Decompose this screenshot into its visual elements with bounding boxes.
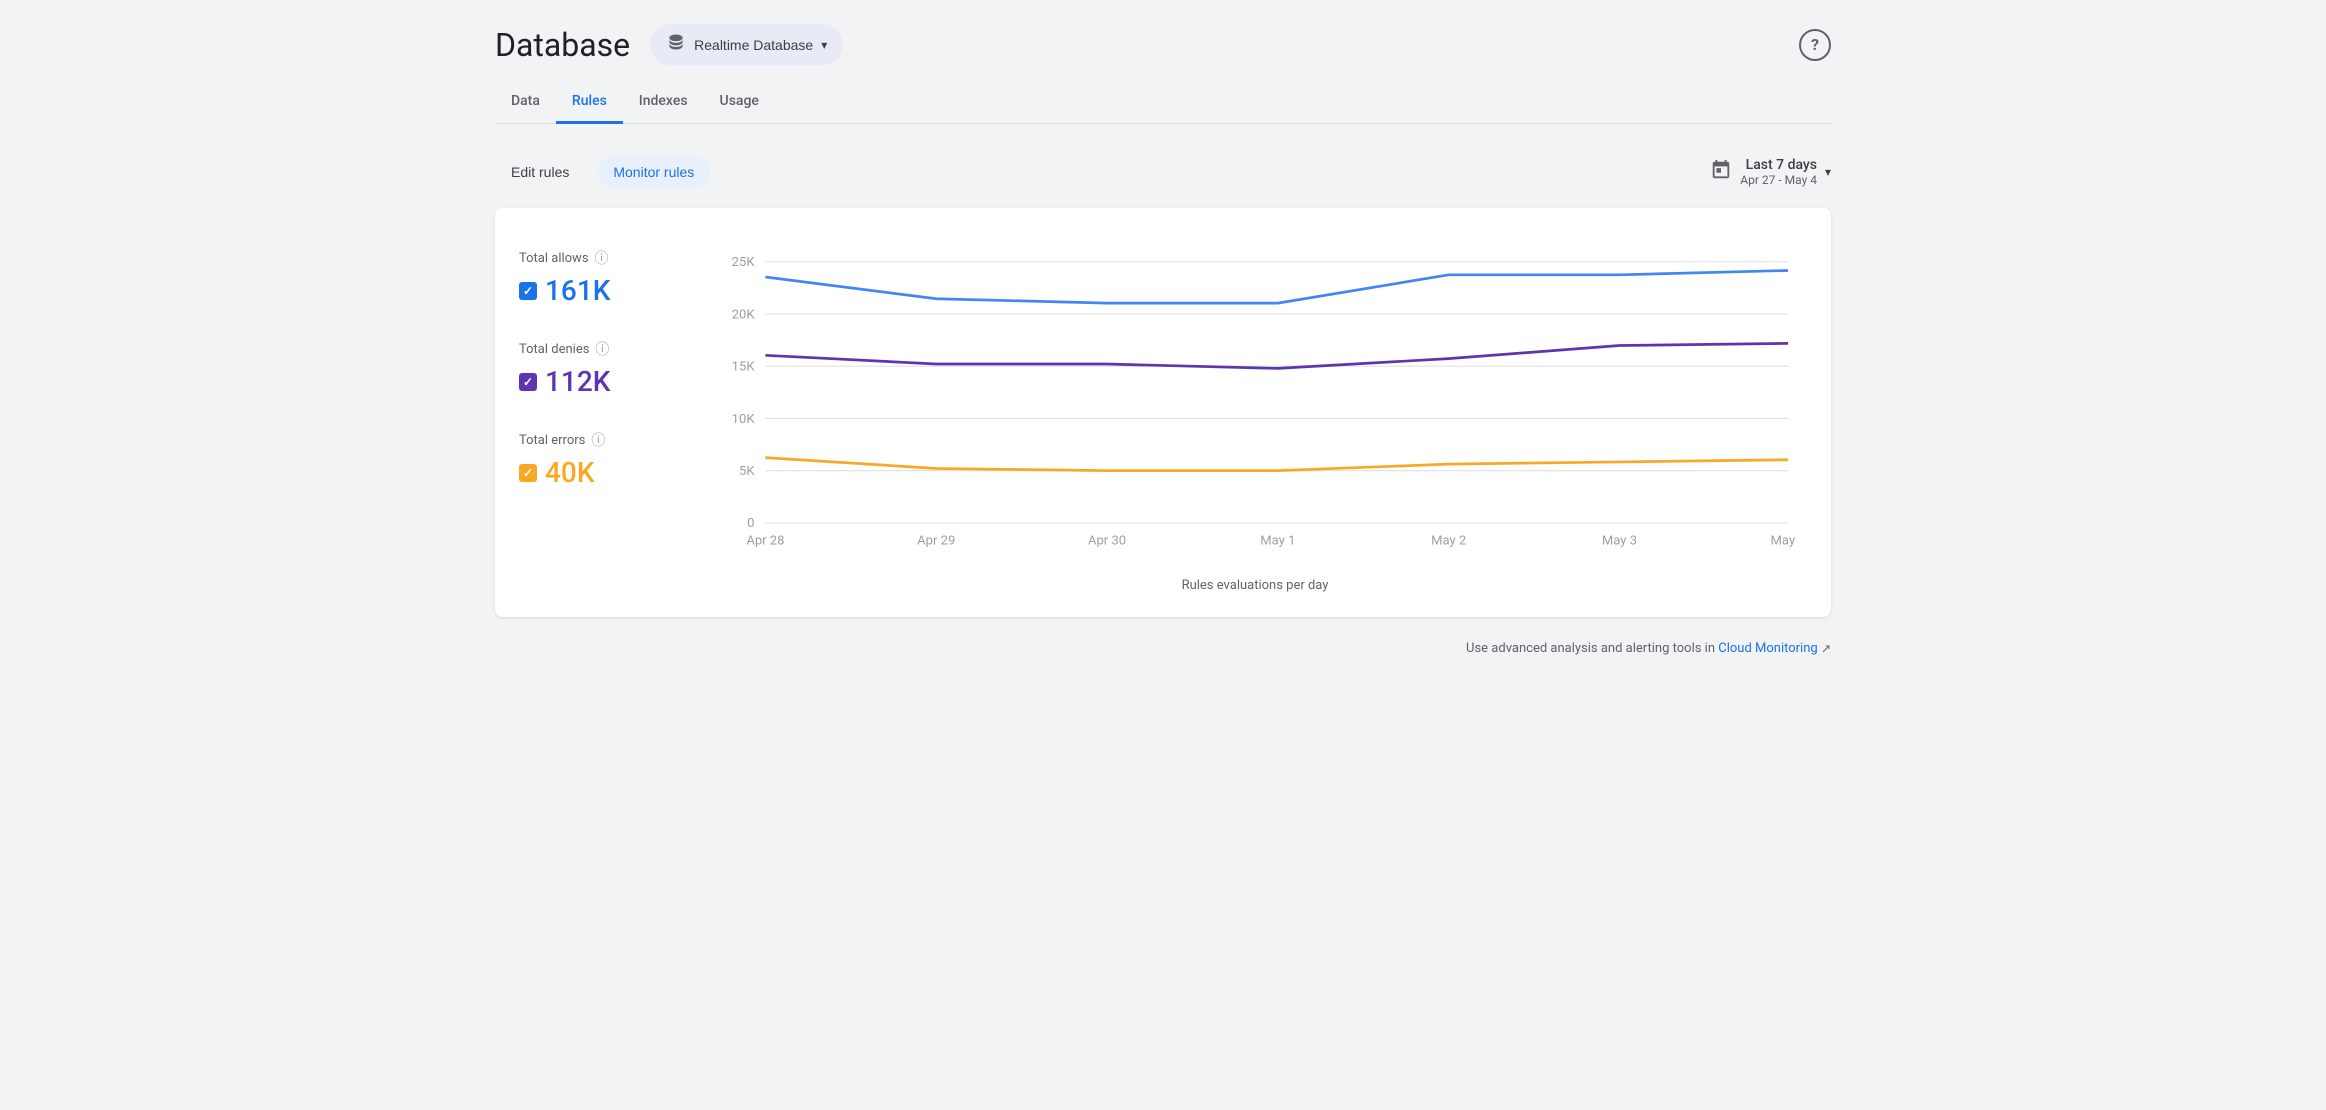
svg-text:25K: 25K <box>732 255 756 270</box>
legend-errors: Total errors ⓘ ✓ 40K <box>519 430 679 489</box>
chevron-down-icon: ▾ <box>821 38 827 52</box>
svg-text:15K: 15K <box>732 360 756 375</box>
allows-label: Total allows <box>519 251 589 266</box>
calendar-icon <box>1710 159 1732 186</box>
chart-card: Total allows ⓘ ✓ 161K Total <box>495 208 1831 617</box>
tab-usage[interactable]: Usage <box>704 81 775 124</box>
tab-indexes[interactable]: Indexes <box>623 81 704 124</box>
footer-note: Use advanced analysis and alerting tools… <box>495 641 1831 656</box>
chart-area: 25K 20K 15K 10K 5K 0 Apr 28 Apr 29 Apr 3… <box>711 240 1799 593</box>
svg-text:0: 0 <box>747 516 754 531</box>
page-title: Database <box>495 26 630 64</box>
allows-help-icon[interactable]: ⓘ <box>595 248 609 268</box>
legend-denies: Total denies ⓘ ✓ 112K <box>519 339 679 398</box>
errors-checkbox[interactable]: ✓ <box>519 464 537 482</box>
svg-text:May 2: May 2 <box>1431 534 1466 549</box>
date-range-sub: Apr 27 - May 4 <box>1740 173 1817 187</box>
chart-x-axis-label: Rules evaluations per day <box>711 578 1799 593</box>
date-range-main: Last 7 days <box>1740 157 1817 173</box>
svg-text:Apr 29: Apr 29 <box>917 534 955 549</box>
toolbar-row: Edit rules Monitor rules Last 7 days Apr… <box>495 156 1831 188</box>
db-selector-label: Realtime Database <box>694 37 813 53</box>
svg-text:5K: 5K <box>739 464 755 479</box>
legend-panel: Total allows ⓘ ✓ 161K Total <box>519 240 679 593</box>
edit-rules-button[interactable]: Edit rules <box>495 156 585 188</box>
errors-help-icon[interactable]: ⓘ <box>591 430 605 450</box>
svg-text:20K: 20K <box>732 307 756 322</box>
svg-text:Apr 28: Apr 28 <box>746 534 784 549</box>
denies-count: 112K <box>545 365 610 398</box>
chart-svg: 25K 20K 15K 10K 5K 0 Apr 28 Apr 29 Apr 3… <box>711 240 1799 566</box>
monitor-rules-button[interactable]: Monitor rules <box>597 156 710 188</box>
svg-text:May 1: May 1 <box>1260 534 1295 549</box>
tab-data[interactable]: Data <box>495 81 556 124</box>
denies-help-icon[interactable]: ⓘ <box>595 339 609 359</box>
denies-checkbox[interactable]: ✓ <box>519 373 537 391</box>
svg-text:Apr 30: Apr 30 <box>1088 534 1126 549</box>
content-area: Edit rules Monitor rules Last 7 days Apr… <box>495 148 1831 664</box>
help-button[interactable]: ? <box>1799 29 1831 61</box>
date-label: Last 7 days Apr 27 - May 4 <box>1740 157 1817 187</box>
tab-rules[interactable]: Rules <box>556 81 623 124</box>
svg-text:10K: 10K <box>732 412 756 427</box>
date-chevron-icon: ▾ <box>1825 165 1831 179</box>
errors-label: Total errors <box>519 433 585 448</box>
db-selector-button[interactable]: Realtime Database ▾ <box>650 24 843 65</box>
svg-text:May 4: May 4 <box>1771 534 1799 549</box>
allows-count: 161K <box>545 274 610 307</box>
nav-tabs: Data Rules Indexes Usage <box>495 81 1831 124</box>
cloud-monitoring-link[interactable]: Cloud Monitoring <box>1718 641 1817 656</box>
allows-checkbox[interactable]: ✓ <box>519 282 537 300</box>
legend-allows: Total allows ⓘ ✓ 161K <box>519 248 679 307</box>
external-link-icon: ↗ <box>1821 642 1831 656</box>
date-range-selector[interactable]: Last 7 days Apr 27 - May 4 ▾ <box>1710 157 1831 187</box>
svg-text:May 3: May 3 <box>1602 534 1637 549</box>
footer-text: Use advanced analysis and alerting tools… <box>1466 641 1715 656</box>
errors-count: 40K <box>545 456 595 489</box>
denies-label: Total denies <box>519 342 589 357</box>
database-icon <box>666 32 686 57</box>
